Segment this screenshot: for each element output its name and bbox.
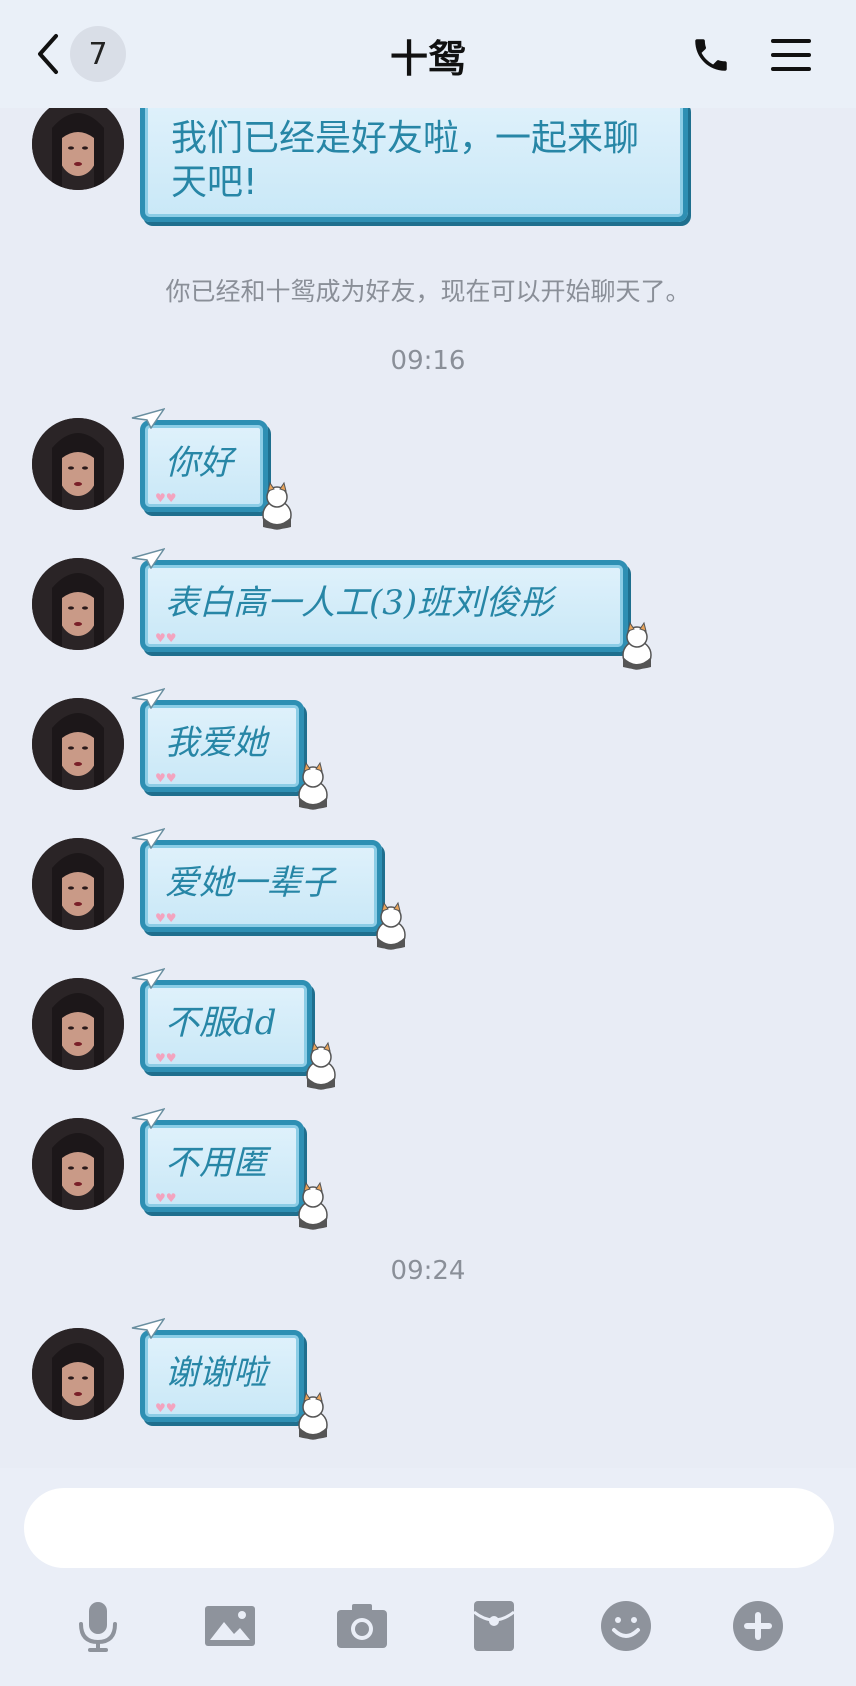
- avatar-portrait: [32, 838, 124, 930]
- avatar-portrait: [32, 108, 124, 190]
- camera-icon: [337, 1604, 387, 1648]
- hearts-decoration: ♥♥: [155, 631, 177, 645]
- message-bubble[interactable]: 我爱她 ♥♥: [131, 687, 328, 810]
- message-bubble[interactable]: 不用匿 ♥♥: [131, 1107, 328, 1230]
- hearts-decoration: ♥♥: [155, 911, 177, 925]
- hearts-decoration: ♥♥: [155, 1191, 177, 1205]
- message-text: 谢谢啦: [165, 1353, 267, 1393]
- paper-plane-icon: [131, 687, 165, 709]
- hearts-decoration: ♥♥: [155, 1401, 177, 1415]
- message-bubble[interactable]: 表白高一人工(3)班刘俊彤 ♥♥: [131, 547, 652, 670]
- message-text: 你好: [165, 443, 233, 483]
- paper-plane-icon: [131, 1107, 165, 1129]
- avatar-portrait: [32, 1328, 124, 1420]
- emoji-icon: [601, 1601, 651, 1651]
- avatar[interactable]: [32, 558, 124, 650]
- message-text: 表白高一人工(3)班刘俊彤: [165, 583, 554, 623]
- avatar[interactable]: [32, 1328, 124, 1420]
- cat-sticker-icon: [298, 1391, 328, 1440]
- avatar[interactable]: [32, 978, 124, 1070]
- microphone-icon: [79, 1602, 117, 1652]
- more-button[interactable]: [730, 1598, 786, 1654]
- avatar-portrait: [32, 1118, 124, 1210]
- message-text: 爱她一辈子: [165, 863, 335, 903]
- camera-button[interactable]: [334, 1598, 390, 1654]
- red-packet-icon: [473, 1601, 515, 1651]
- message-bubble[interactable]: 你好 ♥♥: [131, 407, 292, 530]
- avatar[interactable]: [32, 698, 124, 790]
- message-text: 不服dd: [165, 1003, 277, 1043]
- avatar-portrait: [32, 418, 124, 510]
- avatar-portrait: [32, 698, 124, 790]
- paper-plane-icon: [131, 1317, 165, 1339]
- message-bubble[interactable]: 谢谢啦 ♥♥: [131, 1317, 328, 1440]
- plus-icon: [733, 1601, 783, 1651]
- cat-sticker-icon: [376, 901, 406, 950]
- timestamp: 09:24: [390, 1256, 466, 1286]
- message-bubble[interactable]: 不服dd ♥♥: [131, 967, 336, 1090]
- input-area: [0, 1468, 856, 1686]
- timestamp: 09:16: [390, 346, 466, 376]
- cat-sticker-icon: [298, 761, 328, 810]
- cat-sticker-icon: [306, 1041, 336, 1090]
- hearts-decoration: ♥♥: [155, 491, 177, 505]
- message-input[interactable]: [24, 1488, 834, 1568]
- avatar[interactable]: [32, 1118, 124, 1210]
- paper-plane-icon: [131, 407, 165, 429]
- message-bubble[interactable]: 爱她一辈子 ♥♥: [131, 827, 406, 950]
- image-button[interactable]: [202, 1598, 258, 1654]
- hearts-decoration: ♥♥: [155, 771, 177, 785]
- image-icon: [205, 1606, 255, 1646]
- paper-plane-icon: [131, 547, 165, 569]
- message-text: 不用匿: [165, 1143, 267, 1183]
- avatar-portrait: [32, 558, 124, 650]
- avatar-portrait: [32, 978, 124, 1070]
- chat-header: 7 十鸳: [0, 0, 856, 108]
- message-list[interactable]: 我们已经是好友啦，一起来聊天吧! 你已经和十鸳成为好友，现在可以开始聊天了。 0…: [0, 108, 856, 1468]
- avatar[interactable]: [32, 418, 124, 510]
- message-text: 我爱她: [165, 723, 267, 763]
- cat-sticker-icon: [622, 621, 652, 670]
- phone-icon[interactable]: [690, 34, 732, 76]
- cat-sticker-icon: [298, 1181, 328, 1230]
- system-notice: 你已经和十鸳成为好友，现在可以开始聊天了。: [165, 277, 691, 306]
- paper-plane-icon: [131, 967, 165, 989]
- red-packet-button[interactable]: [466, 1598, 522, 1654]
- avatar[interactable]: [32, 108, 124, 190]
- cat-sticker-icon: [262, 481, 292, 530]
- hearts-decoration: ♥♥: [155, 1051, 177, 1065]
- message-bubble[interactable]: 我们已经是好友啦，一起来聊天吧!: [140, 108, 688, 222]
- voice-button[interactable]: [70, 1598, 126, 1654]
- paper-plane-icon: [131, 827, 165, 849]
- menu-icon[interactable]: [770, 36, 812, 74]
- emoji-button[interactable]: [598, 1598, 654, 1654]
- avatar[interactable]: [32, 838, 124, 930]
